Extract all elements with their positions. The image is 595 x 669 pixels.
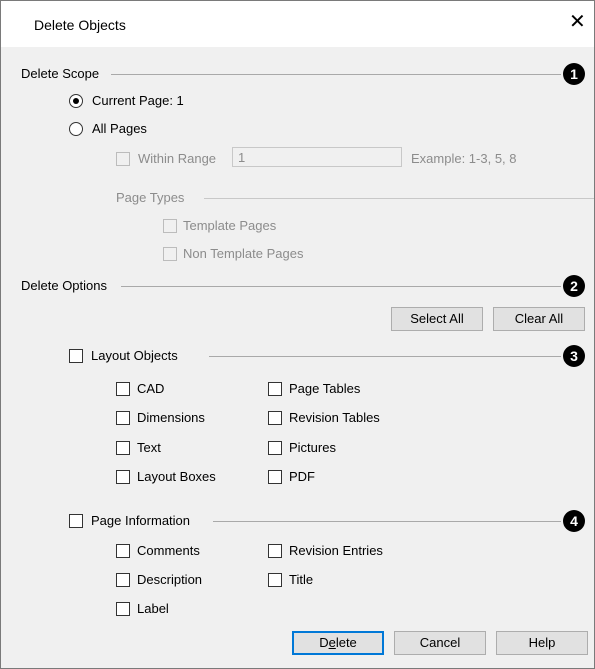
within-range-label: Within Range: [138, 151, 217, 166]
range-example-text: Example: 1-3, 5, 8: [411, 151, 517, 166]
title-bar: Delete Objects ✕: [1, 1, 594, 47]
page-information-label: Page Information: [91, 513, 191, 528]
revision-entries-checkbox[interactable]: [268, 544, 282, 558]
callout-badge-3: 3: [563, 345, 585, 367]
delete-scope-heading: Delete Scope: [21, 66, 100, 81]
page-tables-checkbox[interactable]: [268, 382, 282, 396]
title-label: Title: [289, 572, 314, 587]
text-label: Text: [137, 440, 161, 455]
cad-checkbox[interactable]: [116, 382, 130, 396]
comments-label: Comments: [137, 543, 200, 558]
non-template-pages-checkbox[interactable]: [163, 247, 177, 261]
label-label: Label: [137, 601, 169, 616]
description-label: Description: [137, 572, 203, 587]
current-page-radio[interactable]: [69, 94, 83, 108]
revision-entries-label: Revision Entries: [289, 543, 383, 558]
radio-selected-dot: [73, 98, 79, 104]
layout-boxes-checkbox[interactable]: [116, 470, 130, 484]
all-pages-radio[interactable]: [69, 122, 83, 136]
delete-options-heading: Delete Options: [21, 278, 107, 293]
comments-checkbox[interactable]: [116, 544, 130, 558]
label-checkbox[interactable]: [116, 602, 130, 616]
text-checkbox[interactable]: [116, 441, 130, 455]
callout-badge-1: 1: [563, 63, 585, 85]
layout-objects-divider: [209, 356, 561, 357]
delete-objects-dialog: Delete Objects ✕ Delete Scope 1 Current …: [0, 0, 595, 669]
pdf-checkbox[interactable]: [268, 470, 282, 484]
revision-tables-checkbox[interactable]: [268, 411, 282, 425]
pictures-label: Pictures: [289, 440, 336, 455]
delete-scope-divider: [111, 74, 561, 75]
page-types-heading: Page Types: [116, 190, 185, 205]
all-pages-label: All Pages: [92, 121, 147, 136]
page-types-divider: [204, 198, 594, 199]
pictures-checkbox[interactable]: [268, 441, 282, 455]
revision-tables-label: Revision Tables: [289, 410, 380, 425]
select-all-button[interactable]: Select All: [391, 307, 483, 331]
within-range-checkbox[interactable]: [116, 152, 130, 166]
pdf-label: PDF: [289, 469, 315, 484]
title-checkbox[interactable]: [268, 573, 282, 587]
template-pages-checkbox[interactable]: [163, 219, 177, 233]
cancel-button[interactable]: Cancel: [394, 631, 486, 655]
dimensions-checkbox[interactable]: [116, 411, 130, 425]
dialog-title: Delete Objects: [34, 17, 126, 33]
delete-label-accelerator: e: [328, 635, 336, 650]
close-icon[interactable]: ✕: [569, 12, 586, 32]
callout-badge-4: 4: [563, 510, 585, 532]
layout-boxes-label: Layout Boxes: [137, 469, 216, 484]
template-pages-label: Template Pages: [183, 218, 277, 233]
page-range-input[interactable]: 1: [232, 147, 402, 167]
description-checkbox[interactable]: [116, 573, 130, 587]
current-page-label: Current Page: 1: [92, 93, 184, 108]
page-information-divider: [213, 521, 561, 522]
layout-objects-label: Layout Objects: [91, 348, 178, 363]
clear-all-button[interactable]: Clear All: [493, 307, 585, 331]
delete-button[interactable]: Delete: [292, 631, 384, 655]
cad-label: CAD: [137, 381, 165, 396]
non-template-pages-label: Non Template Pages: [183, 246, 304, 261]
callout-badge-2: 2: [563, 275, 585, 297]
delete-label-suffix: lete: [335, 635, 357, 650]
layout-objects-checkbox[interactable]: [69, 349, 83, 363]
dimensions-label: Dimensions: [137, 410, 205, 425]
delete-options-divider: [121, 286, 561, 287]
page-tables-label: Page Tables: [289, 381, 361, 396]
delete-label-prefix: D: [319, 635, 329, 650]
page-information-checkbox[interactable]: [69, 514, 83, 528]
help-button[interactable]: Help: [496, 631, 588, 655]
